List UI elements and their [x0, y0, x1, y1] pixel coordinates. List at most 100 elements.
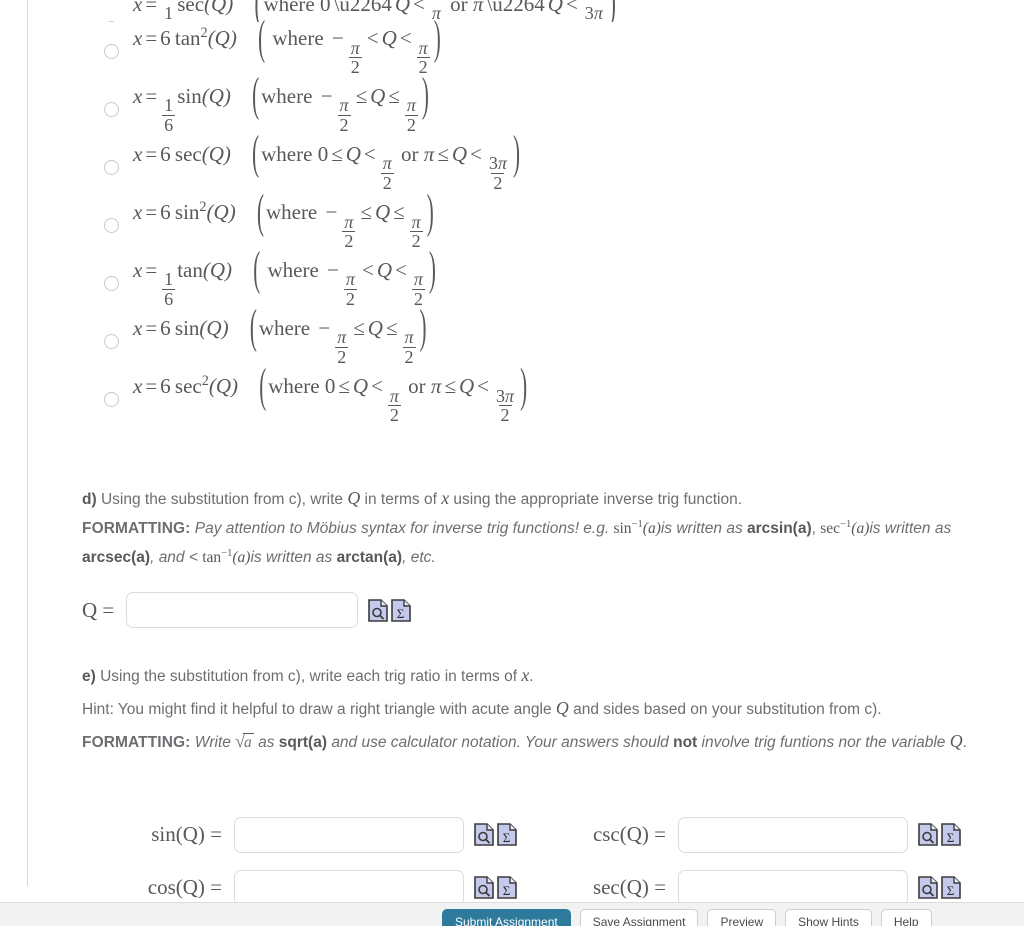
cos-answer-input[interactable]	[234, 869, 464, 902]
math-palette-sigma-icon[interactable]: Σ	[497, 823, 517, 847]
radio-6sin[interactable]	[104, 333, 119, 349]
preview-document-icon[interactable]	[918, 823, 938, 847]
preview-document-icon[interactable]	[474, 876, 494, 900]
save-assignment-button[interactable]: Save Assignment	[579, 909, 699, 926]
math-palette-sigma-icon[interactable]: Σ	[497, 876, 517, 900]
q-answer-icon-pair: Σ	[368, 598, 412, 622]
sin-answer-input[interactable]	[234, 816, 464, 853]
radio-6tan2[interactable]	[104, 43, 119, 59]
math-palette-sigma-icon[interactable]: Σ	[941, 823, 961, 847]
option-row-6sec[interactable]: x = 6 sec(Q) (where 0 ≤ Q < π 2 or π ≤ Q <3π 2)	[82, 126, 1024, 196]
question-content: x=16sec(Q) (where 0\u2264Q<π2 or π\u2264…	[28, 0, 1024, 902]
option-math-6sin: x = 6 sin(Q) (where − π 2 ≤ Q ≤ π 2)	[133, 299, 427, 367]
part-e-hint-text-2: and sides based on your substitution fro…	[573, 701, 882, 719]
part-d-symbol-q: Q	[347, 488, 361, 508]
radio-6sin2[interactable]	[104, 217, 119, 233]
show-hints-button[interactable]: Show Hints	[785, 909, 872, 926]
svg-text:Σ: Σ	[947, 830, 955, 845]
tan-inverse-expr: tan−1(a)	[202, 547, 251, 566]
csc-label: csc(Q) =	[592, 822, 666, 847]
sec-label: sec(Q) =	[592, 875, 666, 900]
part-d-text-3: using the appropriate inverse trig funct…	[453, 491, 743, 508]
part-d-symbol-x: x	[441, 488, 450, 508]
part-e-not-word: not	[673, 734, 698, 752]
q-answer-input[interactable]	[126, 592, 359, 629]
preview-document-icon[interactable]	[474, 823, 494, 847]
part-d-prompt: d) Using the substitution from c), write…	[82, 482, 1024, 515]
sec-answer-input[interactable]	[678, 869, 908, 902]
part-e-formatting: FORMATTING: Write √a as sqrt(a) and use …	[82, 725, 1024, 758]
arctan-token: arctan(a)	[336, 548, 403, 566]
part-d-label: d)	[82, 491, 97, 508]
part-e-prompt: e) Using the substitution from c), write…	[82, 659, 1024, 692]
trig-ratio-grid: sin(Q) = Σ csc(Q) = Σ cos(Q) = Σ sec(Q) …	[82, 758, 1024, 902]
option-row-6sin2[interactable]: x = 6 sin2(Q) (where − π 2 ≤ Q ≤ π 2)	[82, 184, 1024, 254]
preview-button[interactable]: Preview	[707, 909, 777, 926]
part-d-formatting-text-1: Pay attention to Möbius syntax for inver…	[194, 520, 610, 538]
submit-assignment-button[interactable]: Submit Assignment	[442, 909, 571, 926]
option-row-sixth-sin[interactable]: x = 1 6 sin(Q) (where − π 2 ≤ Q ≤ π 2)	[82, 67, 1024, 138]
math-palette-sigma-icon[interactable]: Σ	[391, 598, 412, 622]
part-e-period: .	[529, 668, 534, 686]
svg-text:Σ: Σ	[503, 883, 511, 898]
sec-inverse-expr: sec−1(a)	[820, 518, 870, 538]
csc-answer-input[interactable]	[678, 816, 908, 853]
option-row-sec-sixth-clipped[interactable]: x=16sec(Q) (where 0\u2264Q<π2 or π\u2264…	[82, 0, 1024, 22]
trig-cell-cos: cos(Q) = Σ	[82, 869, 552, 902]
option-math-6sec2: x = 6 sec2(Q) (where 0 ≤ Q < π 2 or π ≤ Q <3π 2)	[133, 358, 528, 426]
radio-sixth-sin[interactable]	[104, 101, 119, 117]
sin-label: sin(Q) =	[151, 822, 222, 847]
part-d-formatting-label: FORMATTING:	[82, 520, 191, 538]
part-d-is-written-as-1: is written as	[660, 520, 743, 538]
cos-label: cos(Q) =	[147, 875, 222, 900]
part-d-answer-row: Q = Σ	[82, 573, 1024, 630]
radio-sixth-tan[interactable]	[104, 275, 119, 291]
part-d-section: d) Using the substitution from c), write…	[82, 428, 1024, 629]
part-e-formatting-period: .	[962, 734, 967, 752]
trig-cell-sin: sin(Q) = Σ	[82, 816, 552, 853]
arcsec-token: arcsec(a)	[82, 548, 151, 566]
part-d-is-word: is	[869, 520, 881, 538]
csc-icon-pair: Σ	[918, 823, 961, 847]
option-row-6tan2[interactable]: x = 6 tan2(Q) ( where − π 2 < Q < π 2)	[82, 10, 1024, 80]
q-equals-label: Q =	[82, 597, 115, 622]
help-button[interactable]: Help	[880, 909, 932, 926]
part-e-write-word: Write	[194, 734, 231, 752]
part-d-text-1: Using the substitution from c), write	[100, 491, 344, 508]
svg-text:Σ: Σ	[503, 830, 511, 845]
part-d-is-written-as-2: is written as	[250, 548, 333, 566]
trig-row-sin-csc: sin(Q) = Σ csc(Q) = Σ	[82, 808, 1024, 861]
cos-icon-pair: Σ	[474, 876, 517, 900]
sqrt-symbol: √a	[235, 731, 254, 752]
option-row-6sec2[interactable]: x = 6 sec2(Q) (where 0 ≤ Q < π 2 or π ≤ Q <3π 2)	[82, 358, 1024, 428]
substitution-options-group: x=16sec(Q) (where 0\u2264Q<π2 or π\u2264…	[82, 0, 1024, 428]
radio-6sec2[interactable]	[104, 391, 119, 407]
option-row-sixth-tan[interactable]: x = 1 6 tan(Q) ( where − π 2 < Q < π 2)	[82, 242, 1024, 312]
trig-cell-sec: sec(Q) = Σ	[552, 869, 961, 902]
radio-6sec[interactable]	[104, 159, 119, 175]
svg-text:Σ: Σ	[947, 883, 955, 898]
preview-document-icon[interactable]	[918, 876, 938, 900]
option-math-sixth-sin: x = 1 6 sin(Q) (where − π 2 ≤ Q ≤ π 2)	[133, 67, 429, 135]
preview-document-icon[interactable]	[368, 598, 389, 622]
math-palette-sigma-icon[interactable]: Σ	[941, 876, 961, 900]
sqrt-token: sqrt(a)	[278, 734, 327, 752]
part-d-text-2: in terms of	[364, 491, 437, 508]
part-e-formatting-end: involve trig funtions nor the variable	[701, 734, 946, 752]
sin-inverse-expr: sin−1(a)	[613, 518, 661, 538]
sec-icon-pair: Σ	[918, 876, 961, 900]
trig-row-cos-sec: cos(Q) = Σ sec(Q) = Σ	[82, 861, 1024, 902]
part-d-comma-1: ,	[811, 520, 816, 538]
option-math-6tan2: x = 6 tan2(Q) ( where − π 2 < Q < π 2)	[133, 10, 441, 78]
part-e-hint-text-1: Hint: You might find it helpful to draw …	[82, 701, 552, 719]
option-math-sec-sixth-clipped: x=16sec(Q) (where 0\u2264Q<π2 or π\u2264…	[133, 0, 618, 22]
part-d-etc: , etc.	[402, 548, 436, 566]
part-e-section: e) Using the substitution from c), write…	[82, 629, 1024, 758]
arcsin-token: arcsin(a)	[747, 520, 812, 538]
part-e-text-1: Using the substitution from c), write ea…	[100, 668, 518, 686]
part-e-label: e)	[82, 668, 96, 686]
option-row-6sin[interactable]: x = 6 sin(Q) (where − π 2 ≤ Q ≤ π 2)	[82, 299, 1024, 370]
part-e-as-word: as	[258, 734, 275, 752]
part-d-written-as: written as	[884, 520, 952, 538]
option-math-6sin2: x = 6 sin2(Q) (where − π 2 ≤ Q ≤ π 2)	[133, 184, 434, 252]
